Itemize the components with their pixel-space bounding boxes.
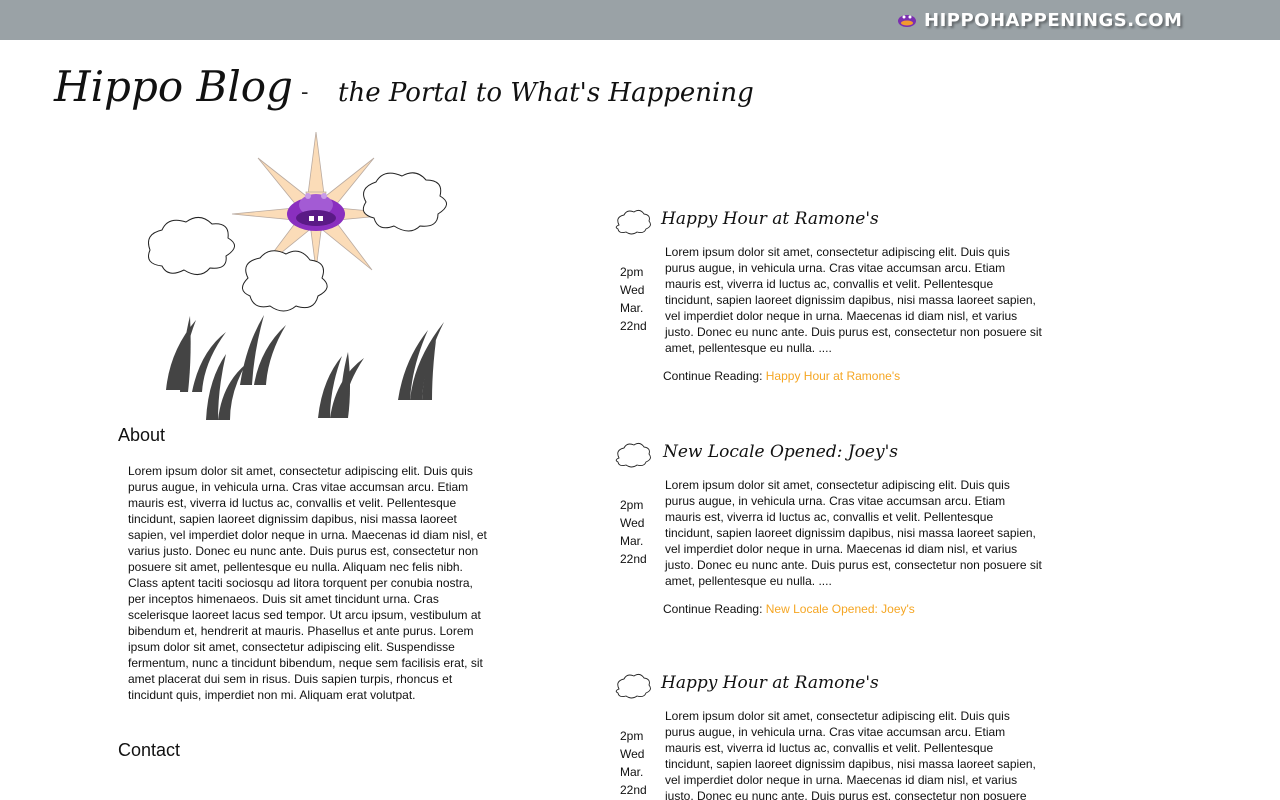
about-text: Lorem ipsum dolor sit amet, consectetur … xyxy=(128,464,487,702)
post-day: 22nd xyxy=(620,319,647,333)
post-title[interactable]: Happy Hour at Ramone's xyxy=(661,209,879,229)
blog-title: Hippo Blog xyxy=(54,62,293,111)
blog-tagline: the Portal to What's Happening xyxy=(338,78,754,108)
site-brand-text: HIPPOHAPPENINGS.COM xyxy=(924,9,1183,31)
post-day: 22nd xyxy=(620,783,647,797)
continue-reading: Continue Reading: Happy Hour at Ramone's xyxy=(663,369,900,383)
post-excerpt: Lorem ipsum dolor sit amet, consectetur … xyxy=(665,709,1036,800)
grass-icon xyxy=(166,315,444,420)
post-month: Mar. xyxy=(620,301,644,315)
hippo-logo-icon xyxy=(898,15,916,27)
post-month: Mar. xyxy=(620,765,644,779)
blog-post: Happy Hour at Ramone's 2pm Wed Mar. 22nd… xyxy=(614,673,1044,800)
post-weekday: Wed xyxy=(620,283,645,297)
continue-reading-link[interactable]: Happy Hour at Ramone's xyxy=(766,369,900,383)
continue-reading: Continue Reading: New Locale Opened: Joe… xyxy=(663,602,915,616)
continue-label: Continue Reading: xyxy=(663,369,763,383)
continue-label: Continue Reading: xyxy=(663,602,763,616)
post-date: 2pm Wed Mar. 22nd xyxy=(620,496,660,568)
title-separator: - xyxy=(301,80,309,105)
post-title[interactable]: Happy Hour at Ramone's xyxy=(661,673,879,693)
contact-heading[interactable]: Contact xyxy=(118,740,180,761)
header-illustration xyxy=(148,131,447,420)
post-day: 22nd xyxy=(620,552,647,566)
site-logo-link[interactable]: HIPPOHAPPENINGS.COM xyxy=(896,8,1182,32)
post-date: 2pm Wed Mar. 22nd xyxy=(620,727,660,799)
top-bar: HIPPOHAPPENINGS.COM xyxy=(0,0,1280,40)
cloud-icon xyxy=(615,442,651,468)
post-time: 2pm xyxy=(620,498,644,512)
post-weekday: Wed xyxy=(620,747,645,761)
post-time: 2pm xyxy=(620,729,644,743)
post-title[interactable]: New Locale Opened: Joey's xyxy=(663,442,898,462)
continue-reading-link[interactable]: New Locale Opened: Joey's xyxy=(766,602,915,616)
post-time: 2pm xyxy=(620,265,644,279)
post-excerpt: Lorem ipsum dolor sit amet, consectetur … xyxy=(665,478,1042,588)
post-excerpt: Lorem ipsum dolor sit amet, consectetur … xyxy=(665,245,1042,355)
cloud-icon xyxy=(615,673,651,699)
post-date: 2pm Wed Mar. 22nd xyxy=(620,263,660,335)
post-month: Mar. xyxy=(620,534,644,548)
post-weekday: Wed xyxy=(620,516,645,530)
about-heading: About xyxy=(118,425,166,445)
cloud-icon xyxy=(615,209,651,235)
